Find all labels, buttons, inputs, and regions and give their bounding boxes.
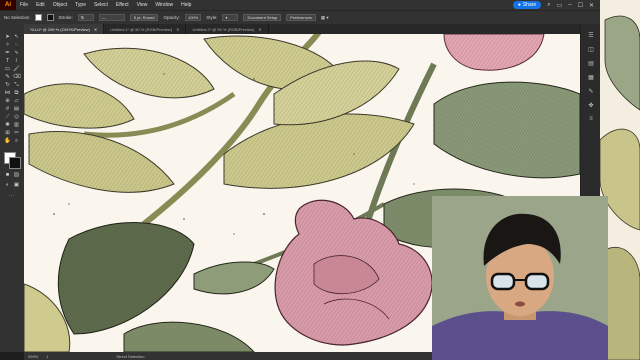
zoom-tool-icon[interactable]: ⌕ — [13, 138, 20, 144]
minimize-icon[interactable]: – — [568, 2, 571, 8]
menu-help[interactable]: Help — [177, 2, 195, 8]
libraries-icon[interactable]: ▤ — [587, 60, 595, 68]
variable-width-dropdown[interactable]: — — [98, 14, 125, 21]
eraser-icon[interactable]: ⌫ — [13, 74, 21, 80]
paintbrush-icon[interactable]: 🖌 — [13, 66, 20, 72]
menu-right-group: ● Share ⌕ ▭ – ☐ ✕ — [512, 1, 600, 9]
menu-bar: Ai File Edit Object Type Select Effect V… — [0, 0, 600, 10]
perspective-icon[interactable]: ▱ — [13, 98, 20, 104]
close-icon[interactable]: ✕ — [176, 27, 179, 32]
zoom-level[interactable]: 299% — [28, 354, 38, 359]
magic-wand-icon[interactable]: ✧ — [4, 42, 11, 48]
rotate-icon[interactable]: ↻ — [4, 82, 11, 88]
close-icon[interactable]: ✕ — [94, 27, 97, 32]
maximize-icon[interactable]: ☐ — [578, 2, 583, 9]
line-tool-icon[interactable]: / — [13, 58, 20, 64]
width-tool-icon[interactable]: ⋈ — [4, 90, 11, 96]
color-mode-icon[interactable]: ■ — [4, 172, 11, 178]
free-transform-icon[interactable]: ⧉ — [13, 90, 20, 96]
webcam-overlay — [432, 196, 608, 360]
close-icon[interactable]: ✕ — [589, 2, 594, 9]
artboard-icon[interactable]: ⊞ — [4, 130, 11, 136]
share-label: Share — [522, 2, 537, 8]
hand-tool-icon[interactable]: ✋ — [4, 138, 11, 144]
selection-tool-icon[interactable]: ➤ — [4, 34, 11, 40]
opacity-label: Opacity: — [163, 15, 180, 20]
menu-effect[interactable]: Effect — [112, 2, 133, 8]
style-label: Style: — [206, 15, 218, 20]
symbol-sprayer-icon[interactable]: ✺ — [4, 122, 11, 128]
stroke-swatch[interactable] — [46, 14, 54, 21]
arrange-icon[interactable]: ▭ — [557, 2, 563, 9]
tab-label: Untitled-1* @ 50 % (RGB/Preview) — [110, 26, 173, 32]
user-icon: ● — [517, 2, 521, 8]
arrange-documents-icon[interactable]: ▦ ▾ — [321, 15, 329, 21]
stroke-panel-icon[interactable]: ≡ — [587, 116, 595, 124]
symbols-icon[interactable]: ✤ — [587, 102, 595, 110]
menu-window[interactable]: Window — [151, 2, 177, 8]
swatches-icon[interactable]: ▦ — [587, 74, 595, 82]
current-tool-status: Direct Selection — [116, 353, 145, 359]
menu-view[interactable]: View — [133, 2, 152, 8]
close-icon[interactable]: ✕ — [258, 27, 261, 32]
gradient-mode-icon[interactable]: ▨ — [13, 172, 20, 178]
fill-swatch[interactable] — [34, 14, 42, 21]
menu-type[interactable]: Type — [71, 2, 90, 8]
type-tool-icon[interactable]: T — [4, 58, 11, 64]
brush-definition-dropdown[interactable]: 5 pt. Round — [129, 14, 159, 21]
control-bar: No Selection Stroke: ⇅ — 5 pt. Round Opa… — [0, 10, 600, 24]
preferences-button[interactable]: Preferences — [286, 14, 316, 21]
document-setup-label: Document Setup — [247, 15, 278, 20]
tab-untitled-2[interactable]: Untitled-2* @ 50 % (RGB/Preview) ✕ — [186, 24, 269, 34]
brushes-icon[interactable]: ✎ — [587, 88, 595, 96]
tab-illu[interactable]: *ILLU* @ 299 % (CMYK/Preview) ✕ — [24, 24, 105, 34]
document-tabs: *ILLU* @ 299 % (CMYK/Preview) ✕ Untitled… — [24, 24, 580, 34]
presenter-video — [432, 196, 608, 360]
stroke-label: Stroke: — [58, 15, 73, 20]
tab-label: Untitled-2* @ 50 % (RGB/Preview) — [192, 26, 255, 32]
share-button[interactable]: ● Share — [512, 1, 542, 9]
menu-select[interactable]: Select — [90, 2, 112, 8]
pen-tool-icon[interactable]: ✒ — [4, 50, 11, 56]
shaper-icon[interactable]: ✎ — [4, 74, 11, 80]
gradient-icon[interactable]: ▤ — [13, 106, 20, 112]
brush-label: 5 pt. Round — [133, 15, 155, 20]
shape-builder-icon[interactable]: ⊕ — [4, 98, 11, 104]
stroke-weight-field[interactable]: ⇅ — [77, 14, 94, 21]
screen-mode-icon[interactable]: ▣ — [13, 182, 20, 188]
more-tools-icon[interactable]: ⋯ — [8, 194, 15, 200]
draw-mode-icon[interactable]: ◐ — [4, 182, 11, 188]
slice-icon[interactable]: ✂ — [13, 130, 20, 136]
eyedropper-icon[interactable]: ⟋ — [4, 114, 11, 120]
opacity-field[interactable]: 100% — [184, 14, 202, 21]
lasso-icon[interactable]: ◌ — [13, 42, 20, 48]
selection-status: No Selection — [4, 15, 30, 20]
document-setup-button[interactable]: Document Setup — [243, 14, 282, 21]
preferences-label: Preferences — [290, 15, 312, 20]
curvature-icon[interactable]: ∿ — [13, 50, 20, 56]
scale-icon[interactable]: ⤡ — [13, 82, 20, 88]
mesh-icon[interactable]: # — [4, 106, 11, 112]
app-logo: Ai — [0, 0, 16, 10]
opacity-value: 100% — [187, 15, 199, 20]
menu-edit[interactable]: Edit — [32, 2, 49, 8]
tab-label: *ILLU* @ 299 % (CMYK/Preview) — [30, 26, 90, 32]
menu-file[interactable]: File — [16, 2, 32, 8]
stroke-color-icon[interactable] — [9, 157, 21, 169]
style-dropdown[interactable]: ▾ — [222, 14, 239, 21]
tab-untitled-1[interactable]: Untitled-1* @ 50 % (RGB/Preview) ✕ — [104, 24, 187, 34]
layers-icon[interactable]: ◫ — [587, 46, 595, 54]
blend-icon[interactable]: ◎ — [13, 114, 20, 120]
artboard-number[interactable]: 1 — [46, 354, 48, 359]
menu-object[interactable]: Object — [49, 2, 71, 8]
graph-icon[interactable]: ▥ — [13, 122, 20, 128]
direct-selection-tool-icon[interactable]: ↖ — [13, 34, 20, 40]
tools-panel: ➤ ↖ ✧ ◌ ✒ ∿ T / ▭ 🖌 ✎ ⌫ ↻ ⤡ ⋈ ⧉ ⊕ ▱ # ▤ … — [0, 24, 25, 352]
rectangle-tool-icon[interactable]: ▭ — [4, 66, 11, 72]
search-icon[interactable]: ⌕ — [547, 2, 550, 9]
properties-icon[interactable]: ☰ — [587, 32, 595, 40]
